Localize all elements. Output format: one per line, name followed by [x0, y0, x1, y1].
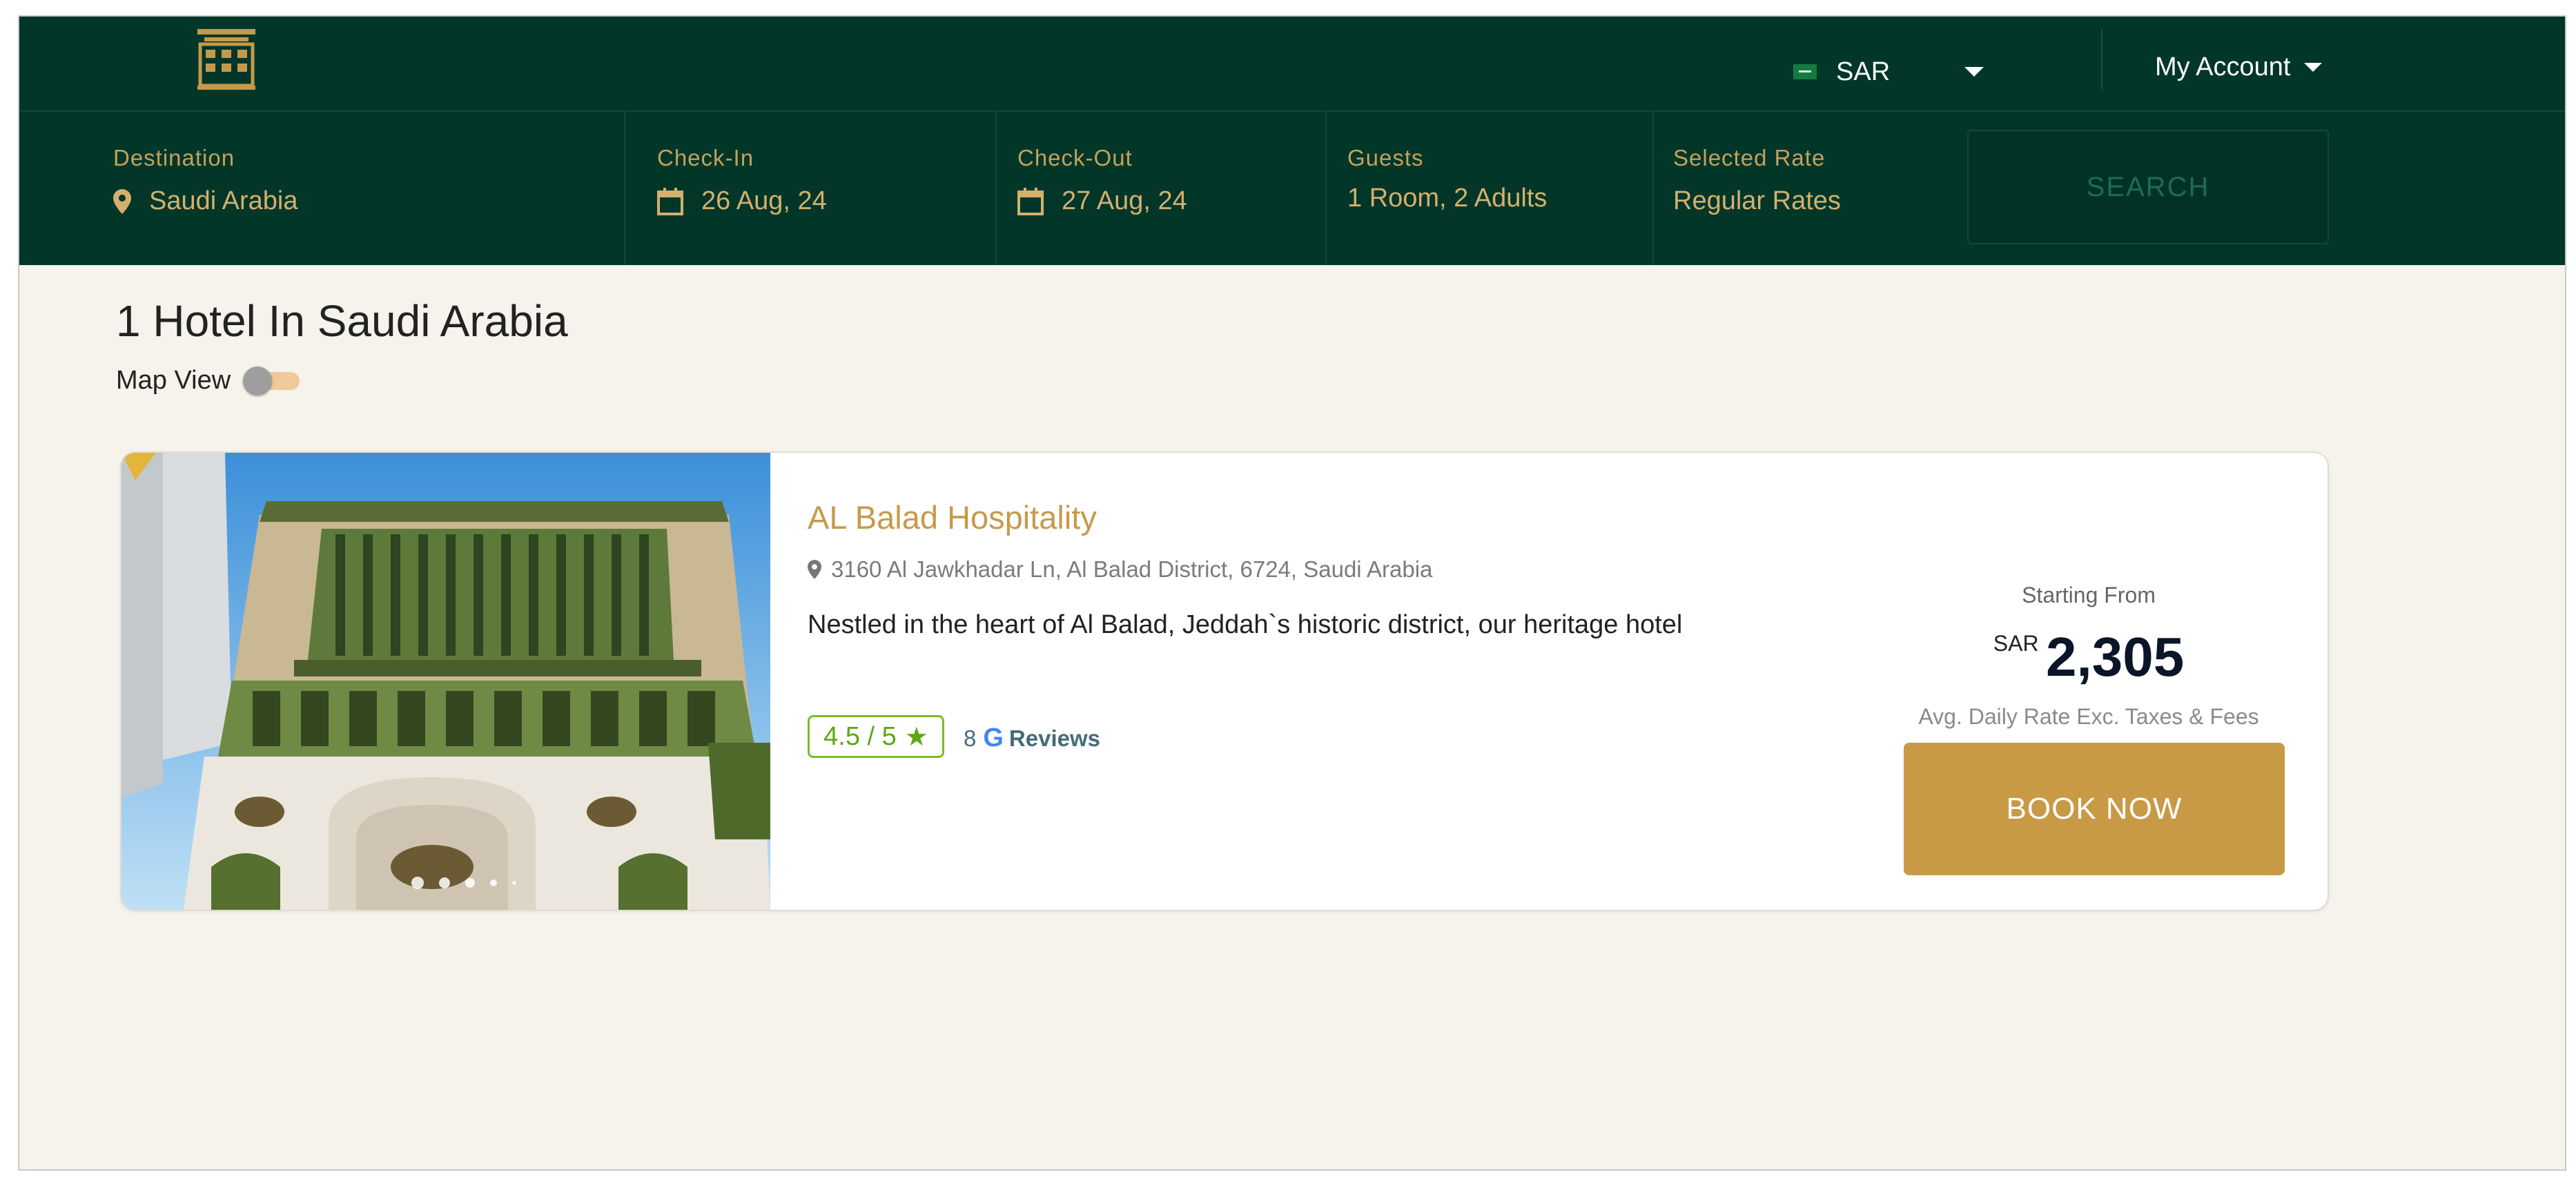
check-out-label: Check-Out	[1017, 145, 1133, 170]
map-pin-icon	[113, 188, 131, 214]
rate-value: Regular Rates	[1673, 186, 1841, 215]
hotel-address-text: 3160 Al Jawkhadar Ln, Al Balad District,…	[831, 556, 1433, 582]
rate-label: Selected Rate	[1673, 145, 1826, 170]
rate-field[interactable]: Selected Rate Regular Rates	[1673, 112, 1949, 265]
destination-label: Destination	[113, 145, 235, 170]
results-title: 1 Hotel In Saudi Arabia	[116, 296, 568, 346]
price-row: SAR 2,305	[1889, 625, 2289, 689]
top-bar: SAR My Account	[19, 17, 2565, 112]
rating-value: 4.5 / 5	[823, 721, 897, 751]
google-reviews-link[interactable]: 8 G Reviews	[964, 723, 1100, 753]
check-out-text: 27 Aug, 24	[1062, 186, 1187, 215]
price-block: Starting From SAR 2,305 Avg. Daily Rate …	[1889, 453, 2289, 910]
account-label: My Account	[2155, 52, 2291, 81]
hotel-description: Nestled in the heart of Al Balad, Jeddah…	[808, 610, 1683, 639]
divider	[1652, 112, 1654, 265]
hotel-card[interactable]: AL Balad Hospitality 3160 Al Jawkhadar L…	[120, 451, 2329, 911]
divider	[1325, 112, 1327, 265]
saudi-flag-icon	[1793, 64, 1817, 79]
divider	[995, 112, 997, 265]
map-view-toggle[interactable]: Map View	[116, 366, 300, 396]
carousel-dot[interactable]	[512, 881, 516, 885]
app-window: SAR My Account Destination Saudi Arabia …	[18, 15, 2566, 1171]
toggle-knob	[243, 366, 273, 396]
carousel-dot[interactable]	[465, 878, 475, 888]
guests-field[interactable]: Guests 1 Room, 2 Adults	[1347, 112, 1637, 265]
check-in-value: 26 Aug, 24	[657, 186, 827, 216]
my-account-menu[interactable]: My Account	[2155, 52, 2323, 82]
map-view-label: Map View	[116, 366, 231, 395]
divider	[624, 112, 625, 265]
map-pin-icon	[808, 560, 821, 579]
chevron-down-icon	[1964, 67, 1984, 77]
building-logo-icon[interactable]	[195, 28, 258, 91]
hotel-address: 3160 Al Jawkhadar Ln, Al Balad District,…	[808, 556, 1432, 583]
check-out-value: 27 Aug, 24	[1017, 186, 1187, 216]
check-in-text: 26 Aug, 24	[701, 186, 827, 215]
reviews-label: Reviews	[1008, 725, 1101, 751]
search-button[interactable]: SEARCH	[1967, 130, 2329, 244]
carousel-dot[interactable]	[490, 879, 497, 886]
search-bar: Destination Saudi Arabia Check-In 26 Aug…	[19, 112, 2565, 265]
destination-text: Saudi Arabia	[149, 186, 298, 215]
star-icon: ★	[904, 722, 928, 752]
chevron-down-icon	[2304, 63, 2323, 72]
currency-selector[interactable]: SAR	[1793, 51, 1984, 92]
guests-value: 1 Room, 2 Adults	[1347, 184, 1548, 213]
calendar-icon	[1017, 187, 1044, 215]
reviews-count: 8	[964, 725, 977, 751]
check-in-label: Check-In	[657, 145, 754, 170]
hotel-name-link[interactable]: AL Balad Hospitality	[808, 498, 1097, 536]
guests-label: Guests	[1347, 145, 1424, 170]
price-currency: SAR	[1993, 631, 2039, 656]
destination-field[interactable]: Destination Saudi Arabia	[113, 112, 624, 265]
calendar-icon	[657, 187, 683, 215]
destination-value: Saudi Arabia	[113, 186, 298, 216]
check-in-field[interactable]: Check-In 26 Aug, 24	[657, 112, 995, 265]
image-carousel-dots[interactable]	[411, 877, 531, 889]
rating-badge: 4.5 / 5 ★	[808, 715, 944, 758]
starting-from-label: Starting From	[2022, 583, 2156, 607]
book-now-button[interactable]: BOOK NOW	[1904, 743, 2285, 875]
hotel-photo[interactable]	[121, 453, 770, 910]
price-note: Avg. Daily Rate Exc. Taxes & Fees	[1918, 704, 2259, 729]
currency-label: SAR	[1836, 57, 1891, 86]
google-icon: G	[983, 723, 1004, 752]
price-amount: 2,305	[2046, 626, 2185, 688]
hotel-building-image	[121, 453, 770, 910]
header-divider	[2101, 29, 2102, 90]
carousel-dot[interactable]	[411, 877, 424, 889]
check-out-field[interactable]: Check-Out 27 Aug, 24	[1017, 112, 1328, 265]
carousel-dot[interactable]	[439, 877, 450, 888]
toggle-switch[interactable]	[243, 366, 300, 396]
